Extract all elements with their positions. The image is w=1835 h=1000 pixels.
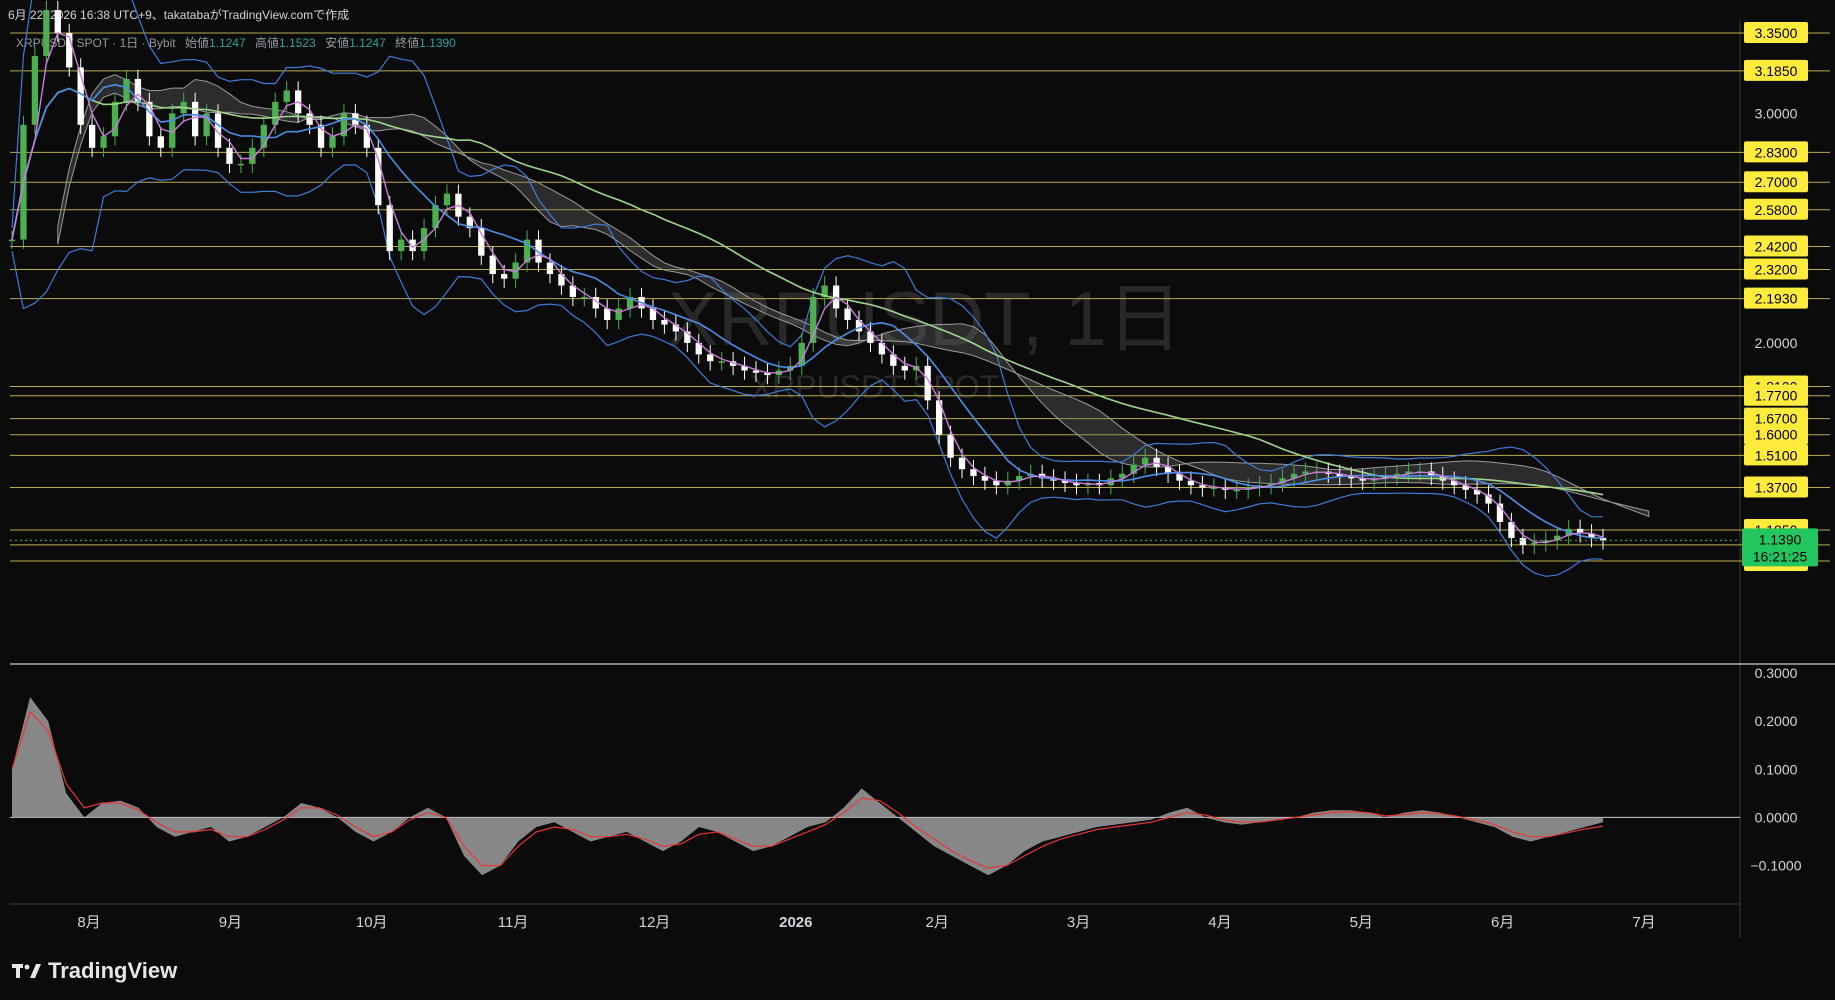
candle-body: [226, 147, 233, 164]
level-label: 1.7700: [1755, 388, 1798, 404]
bollinger-upper-line: [11, 0, 1604, 518]
price-chart[interactable]: XRPUSDT, 1日XRPUSDT SPOT3.35003.18502.830…: [0, 0, 1835, 1000]
time-axis-label: 10月: [356, 914, 388, 931]
time-axis-label: 8月: [77, 914, 100, 931]
level-label: 2.4200: [1755, 238, 1798, 254]
level-label: 2.5800: [1755, 202, 1798, 218]
tradingview-brand-text: TradingView: [48, 958, 178, 983]
candle-body: [707, 354, 714, 362]
candle-body: [970, 469, 977, 477]
candle-body: [718, 361, 725, 363]
time-axis-label: 7月: [1632, 914, 1655, 931]
level-label: 2.8300: [1755, 144, 1798, 160]
oscillator-axis-tick: 0.1000: [1755, 761, 1798, 777]
candle-body: [1233, 489, 1240, 492]
candle-body: [901, 365, 908, 371]
candle-body: [111, 101, 119, 137]
candle-body: [661, 319, 668, 325]
oscillator-signal-line: [11, 710, 1604, 869]
oscillator-axis-tick: 0.2000: [1755, 713, 1798, 729]
level-label: 1.5100: [1755, 447, 1798, 463]
level-label: 2.7000: [1755, 174, 1798, 190]
candle-body: [100, 136, 107, 148]
time-axis-label: 3月: [1067, 914, 1090, 931]
candle-body: [237, 163, 245, 166]
oscillator-axis-tick: −0.1000: [1751, 858, 1802, 874]
level-label: 1.3700: [1755, 480, 1798, 496]
bar-countdown: 16:21:25: [1753, 548, 1808, 564]
candle-body: [283, 90, 290, 102]
time-axis-label: 12月: [639, 914, 671, 931]
candle-body: [1142, 457, 1149, 465]
time-axis-label: 6月: [1491, 914, 1514, 931]
candle-body: [306, 113, 313, 125]
candle-body: [615, 308, 622, 320]
level-label: 3.3500: [1755, 25, 1798, 41]
price-axis-tick: 3.0000: [1755, 105, 1798, 121]
candle-body: [398, 239, 405, 252]
candle-body: [1153, 457, 1160, 467]
oscillator-axis-tick: 0.3000: [1755, 665, 1798, 681]
level-label: 2.1930: [1755, 291, 1798, 307]
watermark-title: XRPUSDT, 1日: [667, 277, 1182, 362]
oscillator-area: [12, 697, 1603, 876]
candle-body: [1519, 538, 1527, 545]
candle-body: [947, 434, 954, 458]
candle-body: [958, 457, 966, 470]
time-axis-label: 5月: [1350, 914, 1373, 931]
candle-body: [31, 55, 39, 125]
candle-body: [581, 297, 588, 299]
candle-body: [157, 136, 164, 148]
candle-body: [8, 239, 16, 242]
candle-body: [386, 205, 393, 252]
level-label: 3.1850: [1755, 63, 1798, 79]
candle-body: [1531, 542, 1538, 545]
candle-body: [191, 101, 199, 137]
candle-body: [501, 274, 508, 279]
time-axis-label: 2026: [779, 914, 812, 931]
candle-body: [54, 10, 61, 33]
candle-body: [329, 136, 336, 148]
level-label: 2.3200: [1755, 261, 1798, 277]
candle-body: [43, 10, 50, 56]
time-axis-label: 11月: [498, 914, 529, 931]
candle-body: [88, 124, 96, 148]
candle-body: [604, 308, 611, 320]
level-label: 1.6000: [1755, 427, 1798, 443]
candle-body: [489, 255, 496, 275]
candle-body: [443, 193, 451, 206]
candle-body: [546, 262, 554, 275]
price-axis-tick: 2.0000: [1755, 335, 1798, 351]
tradingview-brand: TradingView: [12, 958, 177, 984]
time-axis-label: 9月: [219, 914, 242, 931]
time-axis-label: 2月: [926, 914, 949, 931]
tradingview-logo-icon: [12, 962, 42, 980]
candle-body: [375, 147, 382, 206]
time-axis-label: 4月: [1208, 914, 1231, 931]
oscillator-axis-tick: 0.0000: [1755, 809, 1798, 825]
current-price-value: 1.1390: [1759, 531, 1802, 547]
candle-body: [844, 308, 851, 320]
